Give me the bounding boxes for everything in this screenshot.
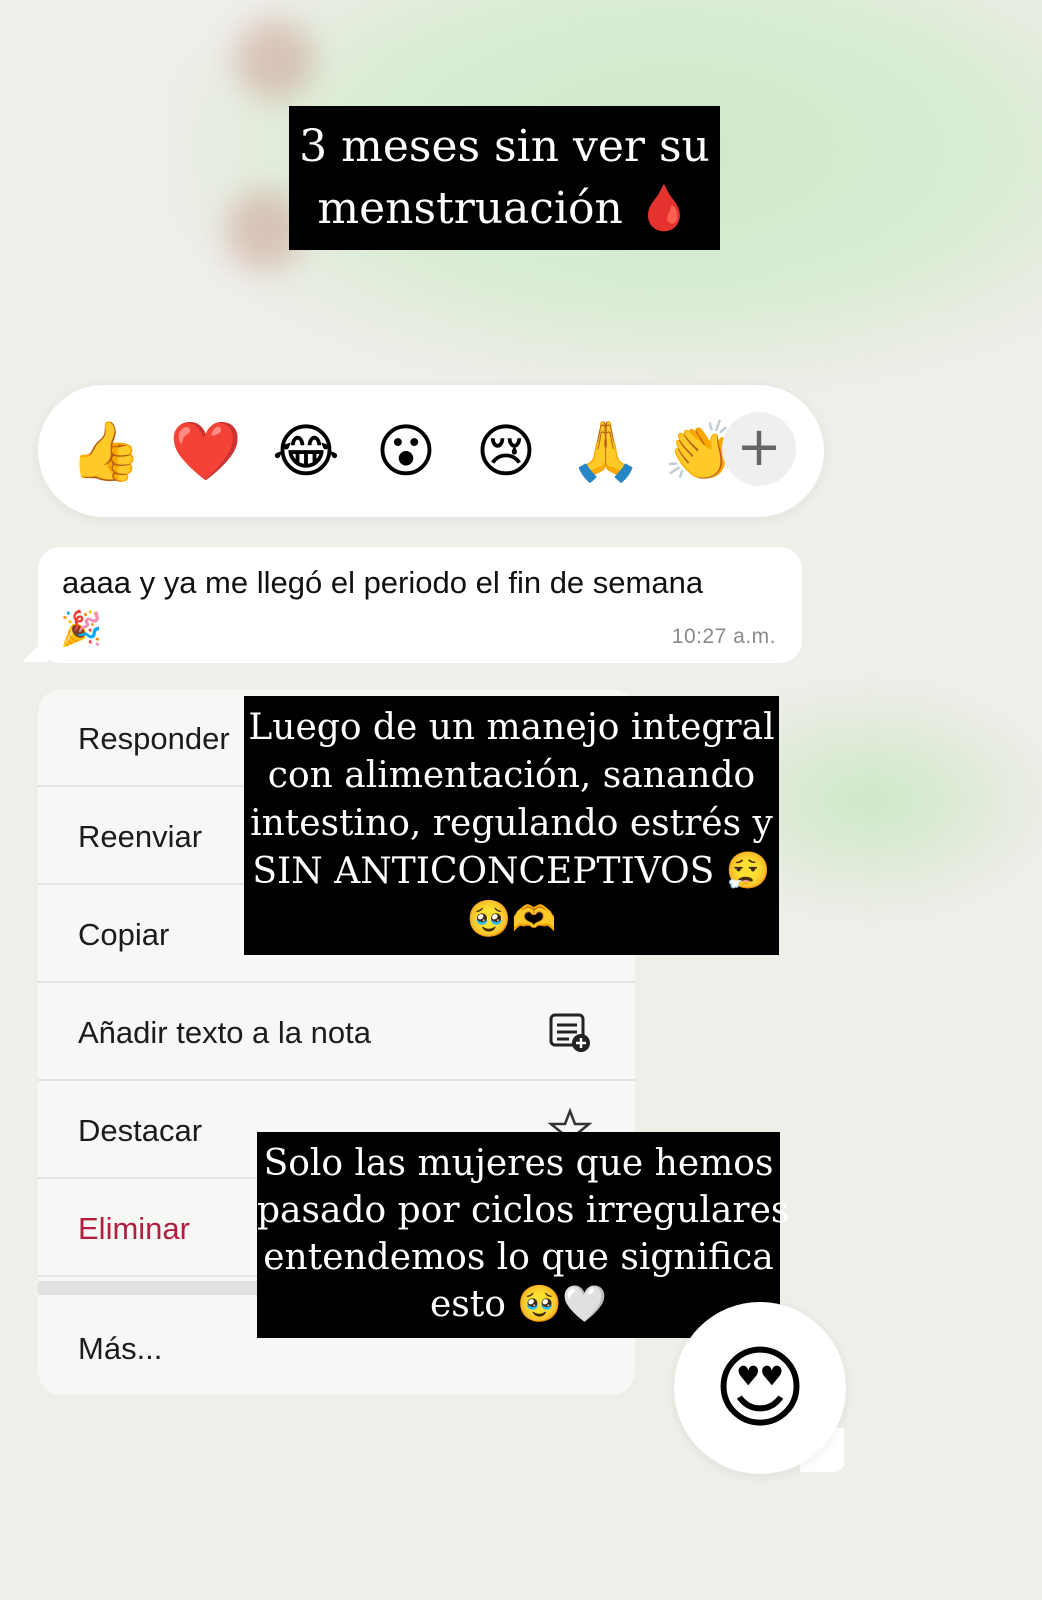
heart-eyes-icon[interactable]: 😍 bbox=[674, 1302, 846, 1474]
caption-line: esto 🥹🤍 bbox=[429, 1284, 607, 1325]
praying-hands-icon[interactable]: 🙏 bbox=[568, 413, 644, 489]
menu-item-label: Copiar bbox=[78, 917, 170, 952]
caption-line: menstruación 🩸 bbox=[289, 178, 720, 240]
caption-line: SIN ANTICONCEPTIVOS 😮‍💨 bbox=[252, 851, 771, 892]
caption-line: Solo las mujeres que hemos bbox=[263, 1143, 774, 1184]
party-popper-icon: 🎉 bbox=[60, 609, 103, 649]
caption-middle: Luego de un manejo integral con alimenta… bbox=[244, 696, 779, 955]
caption-line: 🥹🫶 bbox=[466, 899, 557, 940]
menu-item-label: Reenviar bbox=[78, 819, 203, 854]
message-timestamp: 10:27 a.m. bbox=[671, 625, 776, 648]
caption-line: pasado por ciclos irregulares bbox=[257, 1190, 790, 1231]
heart-icon[interactable]: ❤️ bbox=[168, 413, 244, 489]
caption-line: intestino, regulando estrés y bbox=[250, 803, 773, 844]
message-bubble[interactable]: aaaa y ya me llegó el periodo el fin de … bbox=[38, 547, 802, 663]
caption-top: 3 meses sin ver su menstruación 🩸 bbox=[289, 106, 720, 250]
menu-item-label: Más... bbox=[78, 1331, 163, 1366]
caption-line: 3 meses sin ver su bbox=[299, 121, 710, 172]
add-note-icon bbox=[549, 1013, 590, 1052]
menu-item-label: Destacar bbox=[78, 1113, 203, 1148]
caption-line: Luego de un manejo integral bbox=[248, 707, 775, 748]
crying-icon[interactable]: 😢 bbox=[468, 413, 544, 489]
caption-line: con alimentación, sanando bbox=[267, 755, 756, 796]
caption-bottom: Solo las mujeres que hemos pasado por ci… bbox=[257, 1132, 790, 1338]
reaction-bar: 👍 ❤️ 😂 😮 😢 🙏 👏 + bbox=[38, 385, 824, 517]
message-text: aaaa y ya me llegó el periodo el fin de … bbox=[62, 565, 704, 600]
laughing-icon[interactable]: 😂 bbox=[268, 413, 344, 489]
more-reactions-button[interactable]: + bbox=[722, 412, 796, 486]
blood-drop-icon: 🩸 bbox=[636, 183, 692, 234]
surprised-icon[interactable]: 😮 bbox=[368, 413, 444, 489]
caption-line: entendemos lo que significa bbox=[263, 1237, 774, 1278]
caption-text: menstruación bbox=[317, 183, 623, 234]
menu-item-add-note[interactable]: Añadir texto a la nota bbox=[38, 983, 635, 1081]
background-blur-red bbox=[235, 20, 315, 100]
menu-item-label: Añadir texto a la nota bbox=[78, 1015, 371, 1050]
menu-item-label: Eliminar bbox=[78, 1211, 190, 1246]
menu-item-label: Responder bbox=[78, 721, 230, 756]
thumbs-up-icon[interactable]: 👍 bbox=[68, 413, 144, 489]
